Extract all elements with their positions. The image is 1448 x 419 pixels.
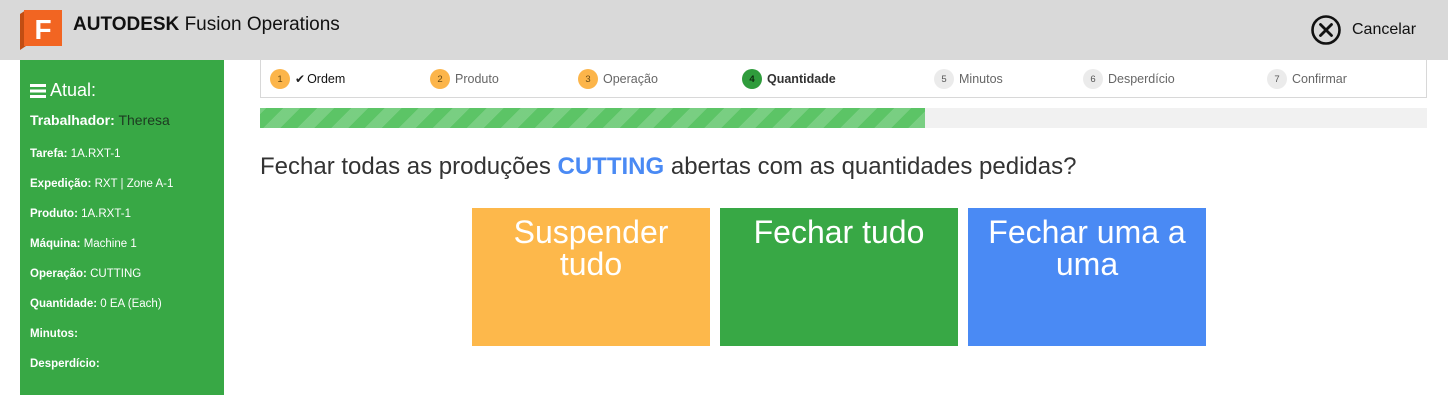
wizard-steps: 1 ✔ Ordem 2 Produto 3 Operação 4 Quantid… [260, 60, 1427, 98]
info-row-product: Produto: 1A.RXT-1 [30, 208, 131, 220]
info-row-operation: Operação: CUTTING [30, 268, 142, 280]
step-number: 3 [578, 69, 598, 89]
operation-name: CUTTING [557, 153, 665, 180]
info-row-machine: Máquina: Machine 1 [30, 238, 137, 250]
checkmark-icon: ✔ [295, 72, 306, 86]
cancel-button[interactable]: Cancelar [1310, 14, 1416, 46]
worker-label: Trabalhador [30, 112, 111, 128]
step-operation[interactable]: 3 Operação [578, 69, 658, 89]
suspend-all-button[interactable]: Suspender tudo [472, 208, 710, 346]
step-label: Minutos [959, 72, 1003, 86]
app-header: F AUTODESK Fusion Operations Cancelar [0, 0, 1448, 60]
current-info-panel: Atual: Trabalhador: Theresa Tarefa: 1A.R… [20, 60, 224, 395]
step-number: 1 [270, 69, 290, 89]
app-title: AUTODESK Fusion Operations [73, 14, 340, 36]
info-row-shipment: Expedição: RXT | Zone A-1 [30, 178, 174, 190]
step-order[interactable]: 1 ✔ Ordem [270, 69, 345, 89]
step-number: 2 [430, 69, 450, 89]
step-number: 5 [934, 69, 954, 89]
question-text-after: abertas com as quantidades pedidas? [670, 153, 1077, 180]
wizard-progress-bar [260, 108, 1427, 128]
step-label: Produto [455, 72, 499, 86]
step-label: Operação [603, 72, 658, 86]
step-waste[interactable]: 6 Desperdício [1083, 69, 1175, 89]
panel-title[interactable]: Atual: [30, 80, 96, 101]
panel-title-label: Atual: [50, 80, 97, 100]
close-all-button[interactable]: Fechar tudo [720, 208, 958, 346]
step-confirm[interactable]: 7 Confirmar [1267, 69, 1347, 89]
close-question: Fechar todas as produções CUTTING aberta… [260, 153, 1076, 181]
info-row-minutes: Minutos: [30, 328, 78, 340]
fusion-logo-icon: F [20, 10, 62, 50]
svg-text:F: F [34, 14, 51, 45]
progress-fill [260, 108, 926, 128]
step-number: 7 [1267, 69, 1287, 89]
info-row-quantity: Quantidade: 0 EA (Each) [30, 298, 162, 310]
cancel-label: Cancelar [1352, 21, 1417, 38]
step-number: 4 [742, 69, 762, 89]
step-label: Desperdício [1108, 72, 1175, 86]
step-quantity[interactable]: 4 Quantidade [742, 69, 836, 89]
step-number: 6 [1083, 69, 1103, 89]
step-label: Quantidade [767, 72, 836, 86]
step-product[interactable]: 2 Produto [430, 69, 499, 89]
close-one-by-one-button[interactable]: Fechar uma a uma [968, 208, 1206, 346]
brand-product: Fusion Operations [184, 14, 340, 35]
step-label: Confirmar [1292, 72, 1347, 86]
worker-row: Trabalhador: Theresa [30, 112, 170, 128]
brand-autodesk: AUTODESK [73, 14, 180, 35]
info-row-task: Tarefa: 1A.RXT-1 [30, 148, 121, 160]
step-minutes[interactable]: 5 Minutos [934, 69, 1003, 89]
close-circle-icon [1311, 15, 1341, 45]
info-row-waste: Desperdício: [30, 358, 100, 370]
question-text-before: Fechar todas as produções [260, 153, 551, 180]
step-label: Ordem [307, 72, 346, 86]
menu-icon[interactable] [30, 83, 46, 98]
worker-value: Theresa [118, 112, 170, 128]
